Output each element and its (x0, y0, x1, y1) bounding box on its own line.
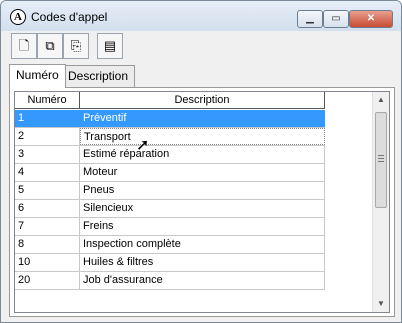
cell-numero: 6 (15, 200, 80, 217)
app-icon: A (10, 9, 26, 25)
codes-appel-window: A Codes d'appel ▁ ▭ ✕ 🗋 ⧉ ⎘ ▤ Numéro Des… (0, 0, 402, 323)
tab-description[interactable]: Description (61, 65, 136, 87)
cell-description: Pneus (80, 182, 325, 199)
cell-description: Huiles & filtres (80, 254, 325, 271)
close-button[interactable]: ✕ (349, 10, 393, 28)
cell-numero: 4 (15, 164, 80, 181)
cell-description: Inspection complète (80, 236, 325, 253)
table-row[interactable]: 2 Transport (15, 128, 325, 146)
maximize-icon: ▭ (331, 13, 341, 24)
table-header: Numéro Description (15, 92, 325, 109)
table-row[interactable]: 20 Job d'assurance (15, 272, 325, 290)
vertical-scrollbar[interactable]: ▲ ▼ (372, 92, 389, 312)
tab-numero[interactable]: Numéro (9, 64, 66, 88)
mouse-cursor-icon: ➚ (136, 137, 150, 154)
table-row[interactable]: 3 Estimé réparation (15, 146, 325, 164)
table-row[interactable]: 7 Freins (15, 218, 325, 236)
cell-numero: 10 (15, 254, 80, 271)
cell-numero: 7 (15, 218, 80, 235)
cell-description: Estimé réparation (80, 146, 325, 163)
open-button[interactable]: ⎘ (63, 33, 89, 59)
cell-description: Moteur (80, 164, 325, 181)
cell-numero: 8 (15, 236, 80, 253)
minimize-button[interactable]: ▁ (297, 10, 323, 28)
table-row[interactable]: 6 Silencieux (15, 200, 325, 218)
table-body: 1 Préventif 2 Transport 3 Estimé réparat… (15, 110, 325, 290)
table-row[interactable]: 5 Pneus (15, 182, 325, 200)
codes-table: Numéro Description 1 Préventif 2 Transpo… (14, 91, 390, 313)
window-title: Codes d'appel (31, 10, 108, 24)
table-row[interactable]: 10 Huiles & filtres (15, 254, 325, 272)
copy-window-icon: ⧉ (45, 38, 55, 53)
tab-panel: Numéro Description 1 Préventif 2 Transpo… (9, 87, 395, 317)
minimize-icon: ▁ (306, 13, 314, 24)
cell-numero: 1 (15, 110, 80, 127)
close-icon: ✕ (366, 13, 376, 24)
cell-numero: 20 (15, 272, 80, 289)
title-bar[interactable]: A Codes d'appel ▁ ▭ ✕ (1, 1, 401, 31)
cell-description: Job d'assurance (80, 272, 325, 289)
table-row[interactable]: 4 Moteur (15, 164, 325, 182)
maximize-button[interactable]: ▭ (323, 10, 349, 28)
cell-numero: 3 (15, 146, 80, 163)
scroll-thumb[interactable] (375, 112, 387, 208)
open-record-icon: ⎘ (70, 38, 82, 53)
cell-description: Freins (80, 218, 325, 235)
copy-button[interactable]: ⧉ (37, 33, 63, 59)
properties-icon: ▤ (103, 38, 117, 53)
cell-numero: 2 (15, 128, 80, 145)
new-document-icon: 🗋 (18, 38, 30, 53)
properties-button[interactable]: ▤ (97, 33, 123, 59)
column-header-numero[interactable]: Numéro (15, 92, 80, 108)
table-row[interactable]: 8 Inspection complète (15, 236, 325, 254)
scroll-up-arrow-icon[interactable]: ▲ (373, 92, 389, 108)
column-header-description[interactable]: Description (80, 92, 325, 108)
table-row[interactable]: 1 Préventif (15, 110, 325, 128)
scroll-down-arrow-icon[interactable]: ▼ (373, 296, 389, 312)
cell-description: Transport (80, 128, 325, 145)
cell-numero: 5 (15, 182, 80, 199)
cell-description: Silencieux (80, 200, 325, 217)
new-button[interactable]: 🗋 (11, 33, 37, 59)
cell-description: Préventif (80, 110, 325, 127)
grip-icon (378, 155, 384, 162)
